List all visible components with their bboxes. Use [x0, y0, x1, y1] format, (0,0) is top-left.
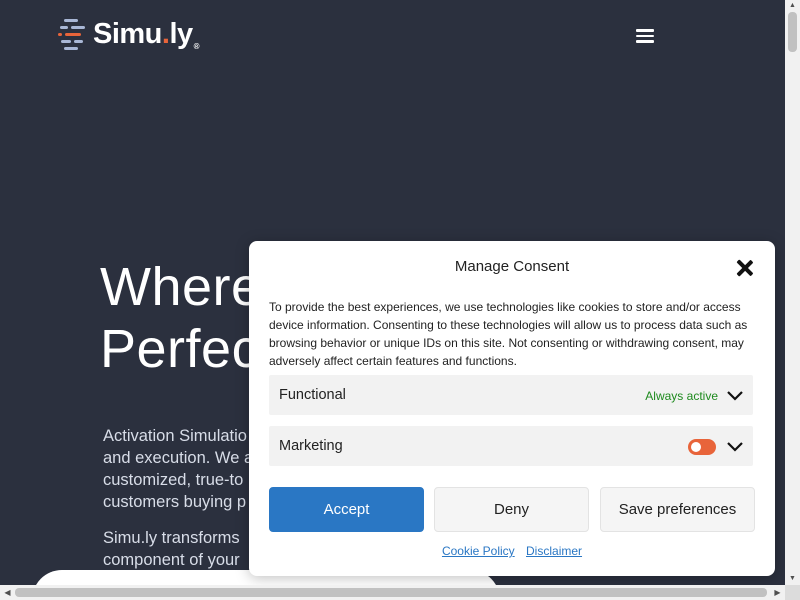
vertical-scroll-thumb[interactable]	[788, 12, 797, 52]
consent-description: To provide the best experiences, we use …	[269, 300, 748, 368]
hamburger-menu-icon[interactable]	[634, 26, 656, 46]
close-icon[interactable]	[735, 259, 754, 277]
chevron-down-icon[interactable]	[726, 388, 744, 402]
logo-wordmark: Simu.ly®	[93, 17, 200, 51]
consent-title: Manage Consent	[454, 258, 570, 275]
policy-links: Cookie Policy Disclaimer	[249, 544, 775, 558]
consent-dialog: Manage Consent To provide the best exper…	[249, 241, 775, 576]
hero-paragraph-2: Simu.ly transforms component of your	[103, 529, 240, 569]
simuly-logo[interactable]: Simu.ly®	[58, 16, 200, 52]
chevron-down-icon[interactable]	[726, 439, 744, 453]
horizontal-scrollbar[interactable]: ◀ ▶	[0, 585, 785, 600]
page: Simu.ly® Where Perfec Activation Simulati…	[0, 0, 785, 585]
cookie-policy-link[interactable]: Cookie Policy	[442, 544, 515, 558]
save-preferences-button[interactable]: Save preferences	[600, 487, 755, 532]
hero-title-line1: Where	[100, 257, 262, 317]
category-label: Marketing	[279, 438, 343, 454]
hero-title: Where Perfec	[100, 256, 262, 380]
hero-paragraph-1: Activation Simulatio and execution. We a…	[103, 427, 254, 511]
logo-mark-icon	[58, 17, 88, 51]
vertical-scrollbar[interactable]: ▲ ▼	[785, 0, 800, 585]
category-label: Functional	[279, 387, 346, 403]
category-marketing[interactable]: Marketing	[269, 426, 753, 466]
marketing-toggle[interactable]	[688, 439, 716, 455]
scroll-down-arrow-icon[interactable]: ▼	[785, 573, 800, 585]
scrollbar-corner	[785, 585, 800, 600]
scroll-right-arrow-icon[interactable]: ▶	[770, 585, 785, 600]
deny-button[interactable]: Deny	[434, 487, 589, 532]
disclaimer-link[interactable]: Disclaimer	[526, 544, 582, 558]
accept-button[interactable]: Accept	[269, 487, 424, 532]
scroll-up-arrow-icon[interactable]: ▲	[785, 0, 800, 12]
category-functional[interactable]: Functional Always active	[269, 375, 753, 415]
scroll-left-arrow-icon[interactable]: ◀	[0, 585, 15, 600]
always-active-status: Always active	[645, 389, 718, 403]
horizontal-scroll-thumb[interactable]	[15, 588, 767, 597]
hero-title-line2: Perfec	[100, 319, 260, 379]
